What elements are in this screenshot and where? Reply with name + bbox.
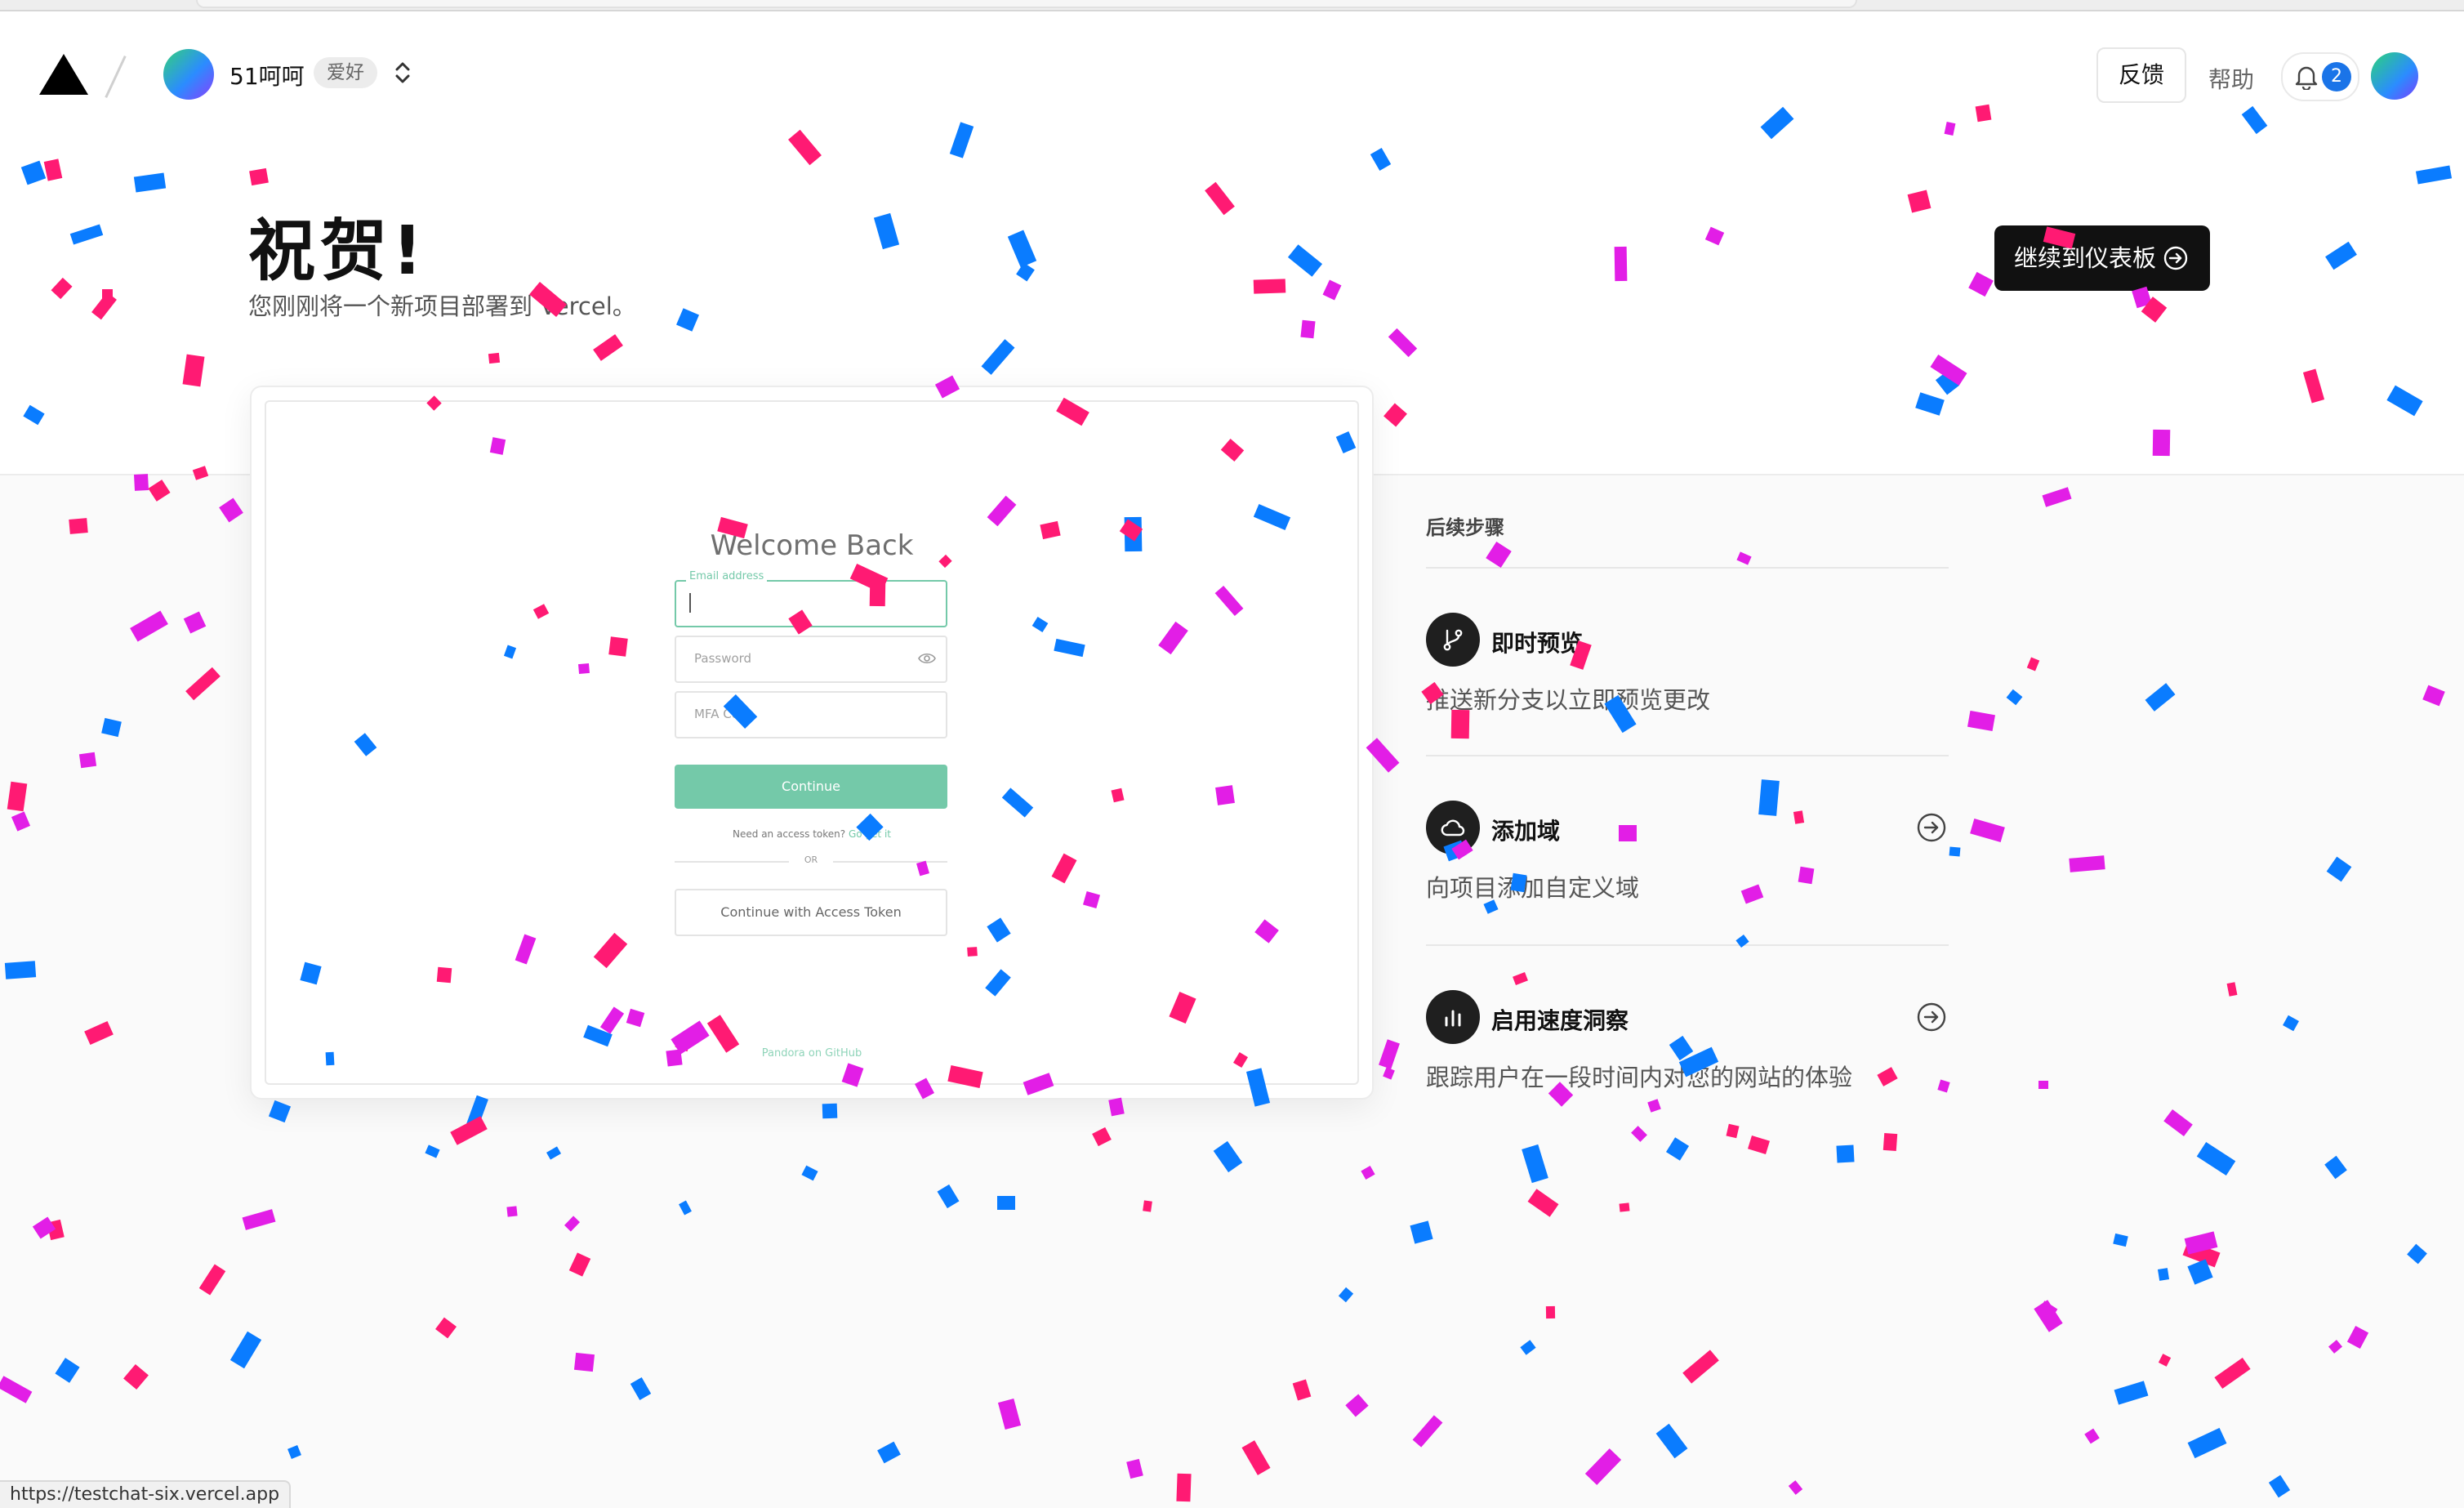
confetti-piece xyxy=(249,167,269,186)
arrow-right-circle-icon xyxy=(2163,246,2188,270)
step-desc-add-domain: 向项目添加自定义域 xyxy=(1426,874,1640,902)
cloud-icon xyxy=(1441,819,1465,837)
help-link[interactable]: 帮助 xyxy=(2208,62,2254,95)
step-divider xyxy=(1426,944,1949,946)
confetti-piece xyxy=(873,212,900,250)
step-title-instant-preview[interactable]: 即时预览 xyxy=(1491,626,1583,658)
status-bar-url: https://testchat-six.vercel.app xyxy=(0,1480,292,1508)
confetti-piece xyxy=(1253,279,1286,294)
email-field: Email address xyxy=(675,570,947,627)
vercel-logo-icon[interactable] xyxy=(39,54,88,95)
confetti-piece xyxy=(1968,271,1994,297)
confetti-piece xyxy=(1907,190,1932,213)
password-field: Password xyxy=(675,636,947,683)
confetti-piece xyxy=(1930,355,1967,386)
confetti-piece xyxy=(949,122,974,158)
step-title-add-domain[interactable]: 添加域 xyxy=(1491,814,1560,846)
git-branch-icon xyxy=(1443,629,1463,651)
plan-badge: 爱好 xyxy=(314,57,377,88)
confetti-piece xyxy=(488,352,501,364)
confetti-piece xyxy=(788,129,822,166)
confetti-piece xyxy=(1704,226,1725,246)
browser-top-strip xyxy=(0,0,2464,11)
confetti-piece xyxy=(1322,279,1342,301)
confetti-piece xyxy=(1300,319,1316,339)
confetti-piece xyxy=(676,308,699,332)
confetti-piece xyxy=(1614,246,1628,282)
password-placeholder: Password xyxy=(694,651,752,666)
step-icon-badge xyxy=(1426,801,1480,854)
or-divider: OR xyxy=(675,853,947,869)
feedback-button[interactable]: 反馈 xyxy=(2096,47,2186,103)
deployment-preview-card[interactable]: Welcome Back Email address Password MFA … xyxy=(250,386,1374,1100)
confetti-piece xyxy=(20,160,47,185)
arrow-right-circle-icon[interactable] xyxy=(1916,812,1947,843)
confetti-piece xyxy=(1007,230,1037,268)
confetti-piece xyxy=(1388,328,1418,358)
confetti-piece xyxy=(51,277,73,300)
confetti-piece xyxy=(1383,403,1407,427)
bar-chart-icon xyxy=(1445,1010,1461,1027)
need-token-text: Need an access token? xyxy=(733,828,846,840)
step-divider xyxy=(1426,755,1949,756)
confetti-piece xyxy=(1016,262,1035,282)
confetti-piece xyxy=(1370,148,1392,171)
step-icon-badge xyxy=(1426,990,1480,1044)
continue-to-dashboard-button[interactable]: 继续到仪表板 xyxy=(1994,225,2210,291)
chevron-up-down-icon[interactable] xyxy=(390,56,415,90)
confetti-piece xyxy=(69,224,104,245)
confetti-piece xyxy=(23,404,45,426)
next-steps-heading: 后续步骤 xyxy=(1426,516,1504,539)
confetti-piece xyxy=(182,354,205,387)
preview-continue-button: Continue xyxy=(675,765,947,809)
email-field-label: Email address xyxy=(686,570,768,582)
arrow-right-circle-icon[interactable] xyxy=(1916,1002,1947,1033)
confetti-piece xyxy=(2325,241,2357,270)
get-token-link: Go get it xyxy=(848,828,891,840)
confetti-piece xyxy=(102,289,113,301)
confetti-piece xyxy=(593,334,623,361)
confetti-piece xyxy=(1287,244,1323,277)
preview-title: Welcome Back xyxy=(710,529,914,562)
deployment-screenshot: Welcome Back Email address Password MFA … xyxy=(265,400,1359,1085)
mfa-field: MFA Code xyxy=(675,691,947,738)
browser-tab-edge xyxy=(196,0,1857,8)
confetti-piece xyxy=(1944,122,1956,136)
confetti-piece xyxy=(43,158,63,181)
team-avatar[interactable] xyxy=(163,49,214,100)
confetti-piece xyxy=(1205,181,1235,216)
bell-icon xyxy=(2295,66,2318,90)
team-name[interactable]: 51呵呵 xyxy=(229,59,305,91)
step-title-speed-insights[interactable]: 启用速度洞察 xyxy=(1491,1003,1629,1036)
confetti-piece xyxy=(2386,385,2423,417)
text-caret xyxy=(689,593,691,613)
notifications-button[interactable]: 2 xyxy=(2281,52,2359,101)
confetti-piece xyxy=(91,292,117,320)
top-nav: 51呵呵 爱好 反馈 帮助 2 xyxy=(0,11,2464,118)
confetti-piece xyxy=(133,172,167,193)
mfa-placeholder: MFA Code xyxy=(694,707,755,721)
confetti-piece xyxy=(2302,368,2325,404)
confetti-piece xyxy=(1915,392,1945,416)
confetti-piece xyxy=(2152,429,2171,457)
preview-access-token-button: Continue with Access Token xyxy=(675,889,947,936)
eye-icon xyxy=(918,653,936,664)
or-text: OR xyxy=(804,854,818,865)
breadcrumb-separator xyxy=(105,55,127,99)
preview-footer-link: Pandora on GitHub xyxy=(761,1047,862,1060)
notification-count-badge: 2 xyxy=(2322,62,2351,91)
access-token-hint: Need an access token? Go get it xyxy=(266,828,1357,840)
step-desc-speed-insights: 跟踪用户在一段时间内对您的网站的体验 xyxy=(1426,1064,1853,1091)
step-desc-instant-preview: 推送新分支以立即预览更改 xyxy=(1426,686,1711,714)
page-title: 祝贺! xyxy=(248,212,428,290)
step-icon-badge xyxy=(1426,613,1480,667)
page-subtitle: 您刚刚将一个新项目部署到 Vercel。 xyxy=(248,292,636,320)
confetti-piece xyxy=(2415,165,2453,185)
next-steps-divider xyxy=(1426,567,1949,569)
confetti-piece xyxy=(981,339,1015,375)
confetti-piece xyxy=(1935,370,1960,395)
user-avatar[interactable] xyxy=(2371,52,2418,100)
confetti-piece xyxy=(2141,297,2168,323)
continue-to-dashboard-label: 继续到仪表板 xyxy=(2014,244,2157,272)
